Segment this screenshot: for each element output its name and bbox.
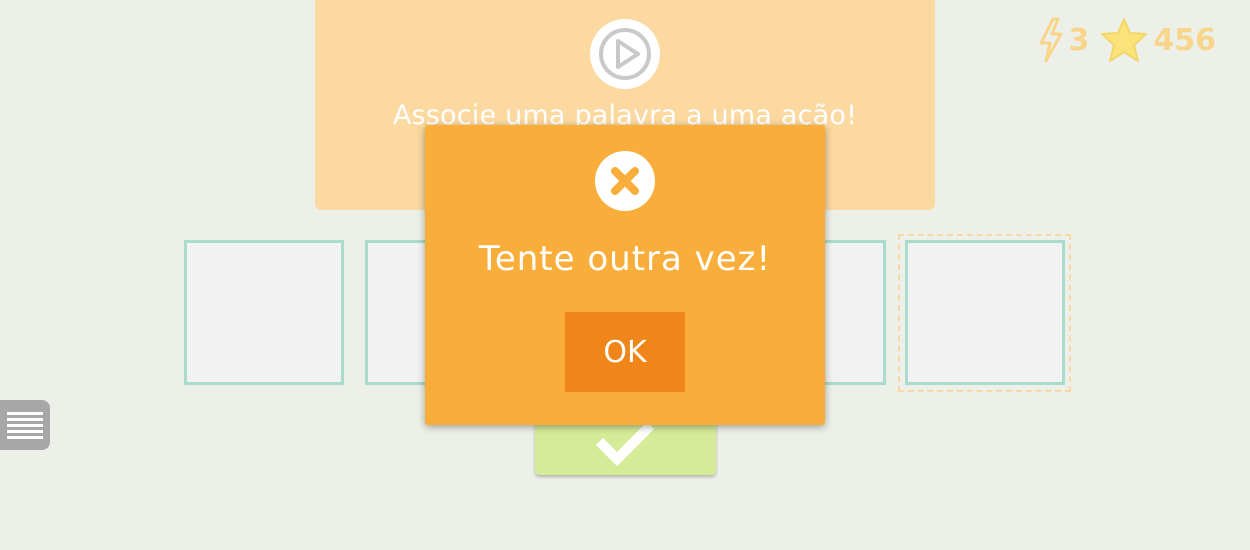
- feedback-dialog: Tente outra vez! OK: [425, 125, 825, 425]
- energy-value: 3: [1068, 22, 1090, 58]
- card-slot-4[interactable]: [905, 240, 1065, 385]
- menu-button[interactable]: [0, 400, 50, 450]
- hamburger-menu-icon: [7, 412, 43, 415]
- lightning-icon: [1039, 17, 1062, 63]
- card-slot-1[interactable]: [184, 240, 344, 385]
- ok-button[interactable]: OK: [565, 312, 685, 392]
- score-counter: 456: [1099, 17, 1216, 63]
- error-x-icon: [595, 151, 655, 211]
- energy-counter: 3: [1037, 17, 1090, 63]
- play-icon: [599, 28, 651, 80]
- stats-bar: 3 456: [1037, 16, 1216, 64]
- play-audio-button[interactable]: [590, 19, 660, 89]
- star-icon: [1101, 18, 1148, 62]
- dialog-message: Tente outra vez!: [478, 239, 772, 279]
- score-value: 456: [1153, 22, 1216, 58]
